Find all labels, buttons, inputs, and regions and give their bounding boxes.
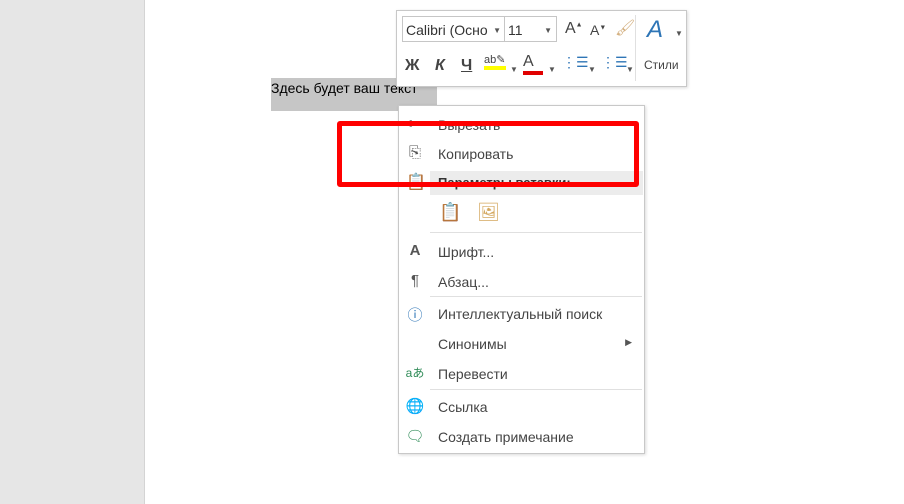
- chevron-down-icon: ▼: [493, 26, 501, 35]
- menu-item-label: Абзац...: [438, 274, 489, 290]
- divider: [430, 232, 642, 233]
- smart-lookup-icon: ⓘ: [407, 307, 423, 324]
- chevron-down-icon: ▼: [675, 29, 683, 38]
- shrink-font-icon[interactable]: A▼: [590, 22, 606, 38]
- comment-icon: 🗨: [405, 428, 425, 445]
- link-icon: 🌐: [405, 398, 425, 415]
- underline-button[interactable]: Ч: [461, 57, 472, 75]
- styles-label[interactable]: Стили: [644, 58, 679, 72]
- menu-item-paragraph[interactable]: ¶ Абзац...: [399, 268, 644, 296]
- numbering-icon[interactable]: ⋮☰: [601, 54, 628, 71]
- highlight-annotation-box: [337, 121, 639, 187]
- chevron-down-icon: ▼: [510, 65, 518, 74]
- paragraph-icon: ¶: [410, 272, 420, 289]
- font-name-dropdown[interactable]: Calibri (Осно ▼: [402, 16, 505, 42]
- menu-item-font[interactable]: A Шрифт...: [399, 238, 644, 266]
- chevron-down-icon: ▼: [548, 65, 556, 74]
- menu-item-new-comment[interactable]: 🗨 Создать примечание: [399, 423, 644, 451]
- menu-item-link[interactable]: 🌐 Ссылка: [399, 393, 644, 421]
- font-color-button[interactable]: A: [523, 53, 543, 75]
- chevron-down-icon: ▼: [626, 65, 634, 74]
- italic-button[interactable]: К: [435, 57, 445, 75]
- paste-keep-text-button[interactable]: 📋: [439, 202, 461, 226]
- bold-button[interactable]: Ж: [405, 57, 419, 75]
- chevron-right-icon: ▶: [625, 337, 632, 347]
- format-painter-icon[interactable]: 🖌: [615, 18, 635, 38]
- menu-item-label: Синонимы: [438, 336, 507, 352]
- highlight-button[interactable]: ab✎: [484, 53, 506, 70]
- divider: [430, 389, 642, 390]
- font-icon: A: [409, 242, 421, 259]
- styles-icon[interactable]: A: [647, 16, 663, 44]
- grow-font-icon[interactable]: A▲: [565, 20, 583, 38]
- menu-item-synonyms[interactable]: Синонимы ▶: [399, 330, 644, 358]
- paste-picture-button[interactable]: 🖼: [477, 202, 500, 226]
- bullets-icon[interactable]: ⋮☰: [562, 54, 589, 71]
- menu-item-label: Ссылка: [438, 399, 488, 415]
- divider: [635, 15, 636, 81]
- menu-item-label: Перевести: [438, 366, 508, 382]
- chevron-down-icon: ▼: [588, 65, 596, 74]
- page-margin-area: [0, 0, 145, 504]
- divider: [430, 296, 642, 297]
- menu-item-label: Шрифт...: [438, 244, 495, 260]
- font-size-value: 11: [508, 22, 523, 38]
- menu-item-label: Интеллектуальный поиск: [438, 306, 603, 322]
- menu-item-label: Создать примечание: [438, 429, 574, 445]
- translate-icon: aあ: [405, 366, 425, 380]
- font-name-value: Calibri (Осно: [406, 22, 488, 38]
- menu-item-smart-lookup[interactable]: ⓘ Интеллектуальный поиск: [399, 300, 644, 328]
- mini-toolbar: Calibri (Осно ▼ 11 ▼ A▲ A▼ 🖌 A ▼ Ж К Ч ab✎…: [396, 10, 687, 87]
- font-size-dropdown[interactable]: 11 ▼: [504, 16, 557, 42]
- chevron-down-icon: ▼: [544, 26, 552, 35]
- menu-item-translate[interactable]: aあ Перевести: [399, 360, 644, 388]
